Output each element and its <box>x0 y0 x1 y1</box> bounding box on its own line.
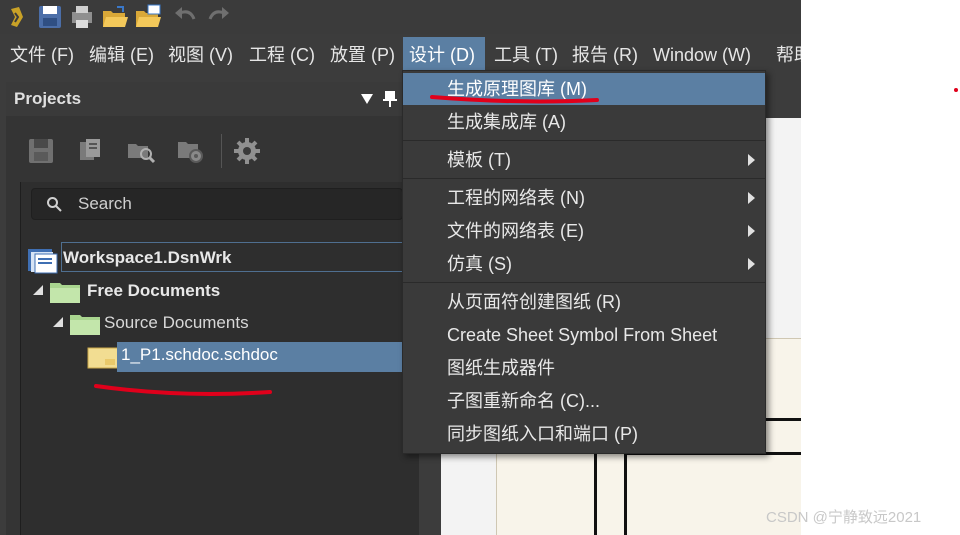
projects-tree: Search Workspace1.DsnWrk Free Documents … <box>20 182 419 535</box>
workspace-label: Workspace1.DsnWrk <box>63 248 232 267</box>
open-project-icon[interactable] <box>134 3 162 31</box>
panel-title: Projects <box>14 89 82 108</box>
file-label: 1_P1.schdoc.schdoc <box>121 345 278 364</box>
expand-arrow-icon[interactable] <box>53 317 63 327</box>
panel-menu-dropdown-icon[interactable] <box>360 93 374 105</box>
folder-settings-icon[interactable] <box>176 136 206 166</box>
menu-item-simulate[interactable]: 仿真 (S) <box>403 248 765 280</box>
menu-place[interactable]: 放置 (P) <box>324 37 401 73</box>
menu-item-label: 仿真 (S) <box>447 254 512 274</box>
menu-item-generate-integrated-library[interactable]: 生成集成库 (A) <box>403 106 765 138</box>
menu-item-label: 工程的网络表 (N) <box>447 188 585 208</box>
menu-separator <box>403 282 765 283</box>
menu-item-label: 从页面符创建图纸 (R) <box>447 292 621 312</box>
undo-icon[interactable] <box>172 3 200 31</box>
redo-icon[interactable] <box>204 3 232 31</box>
menu-view[interactable]: 视图 (V) <box>162 37 239 73</box>
menu-bar: 文件 (F) 编辑 (E) 视图 (V) 工程 (C) 放置 (P) 设计 (D… <box>0 37 801 73</box>
gear-icon[interactable] <box>232 136 262 166</box>
schematic-file-icon <box>87 347 119 369</box>
menu-item-rename-child-sheet[interactable]: 子图重新命名 (C)... <box>403 385 765 417</box>
menu-item-label: 图纸生成器件 <box>447 358 555 378</box>
submenu-arrow-icon <box>748 258 755 270</box>
search-placeholder: Search <box>78 194 132 213</box>
menu-window[interactable]: Window (W) <box>647 37 757 73</box>
save-project-icon[interactable] <box>26 136 56 166</box>
tree-free-documents-row[interactable]: Free Documents <box>21 275 419 307</box>
menu-item-templates[interactable]: 模板 (T) <box>403 144 765 176</box>
menu-item-document-netlist[interactable]: 文件的网络表 (E) <box>403 215 765 247</box>
panel-toolbar <box>6 126 418 182</box>
menu-item-create-sheet-from-sheet-symbol[interactable]: 从页面符创建图纸 (R) <box>403 286 765 318</box>
menu-item-label: 生成集成库 (A) <box>447 112 566 132</box>
menu-separator <box>403 140 765 141</box>
menu-item-label: 文件的网络表 (E) <box>447 221 584 241</box>
expand-arrow-icon[interactable] <box>33 285 43 295</box>
menu-item-label: 子图重新命名 (C)... <box>447 391 600 411</box>
app-logo-icon[interactable] <box>3 3 31 31</box>
menu-help[interactable]: 帮助 <box>770 37 801 73</box>
submenu-arrow-icon <box>748 192 755 204</box>
workspace-icon <box>28 249 58 274</box>
altium-designer-window: 文件 (F) 编辑 (E) 视图 (V) 工程 (C) 放置 (P) 设计 (D… <box>0 0 801 535</box>
open-folder-icon[interactable] <box>101 3 129 31</box>
free-documents-label: Free Documents <box>87 281 221 300</box>
design-dropdown-menu: 生成原理图库 (M) 生成集成库 (A) 模板 (T) 工程的网络表 (N) 文… <box>402 70 766 454</box>
save-icon[interactable] <box>36 3 64 31</box>
toolbar-divider <box>221 134 222 168</box>
sheet-border-line <box>594 453 597 535</box>
menu-separator <box>403 178 765 179</box>
menu-project[interactable]: 工程 (C) <box>243 37 321 73</box>
panel-header: Projects <box>6 82 418 116</box>
folder-icon <box>50 283 80 303</box>
menu-item-project-netlist[interactable]: 工程的网络表 (N) <box>403 182 765 214</box>
menu-item-label: 同步图纸入口和端口 (P) <box>447 424 638 444</box>
menu-reports[interactable]: 报告 (R) <box>566 37 644 73</box>
source-documents-label: Source Documents <box>104 313 249 332</box>
menu-tools[interactable]: 工具 (T) <box>488 37 564 73</box>
tree-source-documents-row[interactable]: Source Documents <box>21 307 419 339</box>
search-icon <box>47 197 62 212</box>
print-icon[interactable] <box>68 3 96 31</box>
menu-item-generate-schematic-library[interactable]: 生成原理图库 (M) <box>403 73 765 105</box>
menu-item-synchronize-sheet-entries-and-ports[interactable]: 同步图纸入口和端口 (P) <box>403 418 765 450</box>
menu-item-label: 生成原理图库 (M) <box>447 79 587 99</box>
menu-item-sheet-to-component[interactable]: 图纸生成器件 <box>403 352 765 384</box>
tree-file-row[interactable]: 1_P1.schdoc.schdoc <box>21 339 419 372</box>
menu-item-label: Create Sheet Symbol From Sheet <box>447 325 718 345</box>
projects-panel: Projects Search Workspace1.DsnWrk Free D… <box>6 82 419 535</box>
submenu-arrow-icon <box>748 154 755 166</box>
pin-icon[interactable] <box>382 90 398 108</box>
menu-item-label: 模板 (T) <box>447 150 511 170</box>
submenu-arrow-icon <box>748 225 755 237</box>
menu-item-create-sheet-symbol-from-sheet[interactable]: Create Sheet Symbol From Sheet <box>403 319 765 351</box>
project-documents-icon[interactable] <box>76 136 106 166</box>
folder-icon <box>70 315 100 335</box>
annotation-dot <box>954 88 958 92</box>
watermark: CSDN @宁静致远2021 <box>766 509 922 526</box>
search-input[interactable]: Search <box>31 188 403 220</box>
menu-file[interactable]: 文件 (F) <box>4 37 80 73</box>
tree-workspace-row[interactable]: Workspace1.DsnWrk <box>21 242 419 274</box>
main-toolbar <box>0 0 801 34</box>
menu-edit[interactable]: 编辑 (E) <box>83 37 160 73</box>
sheet-border-line <box>624 453 627 535</box>
folder-search-icon[interactable] <box>126 136 156 166</box>
menu-design[interactable]: 设计 (D) <box>403 37 485 73</box>
